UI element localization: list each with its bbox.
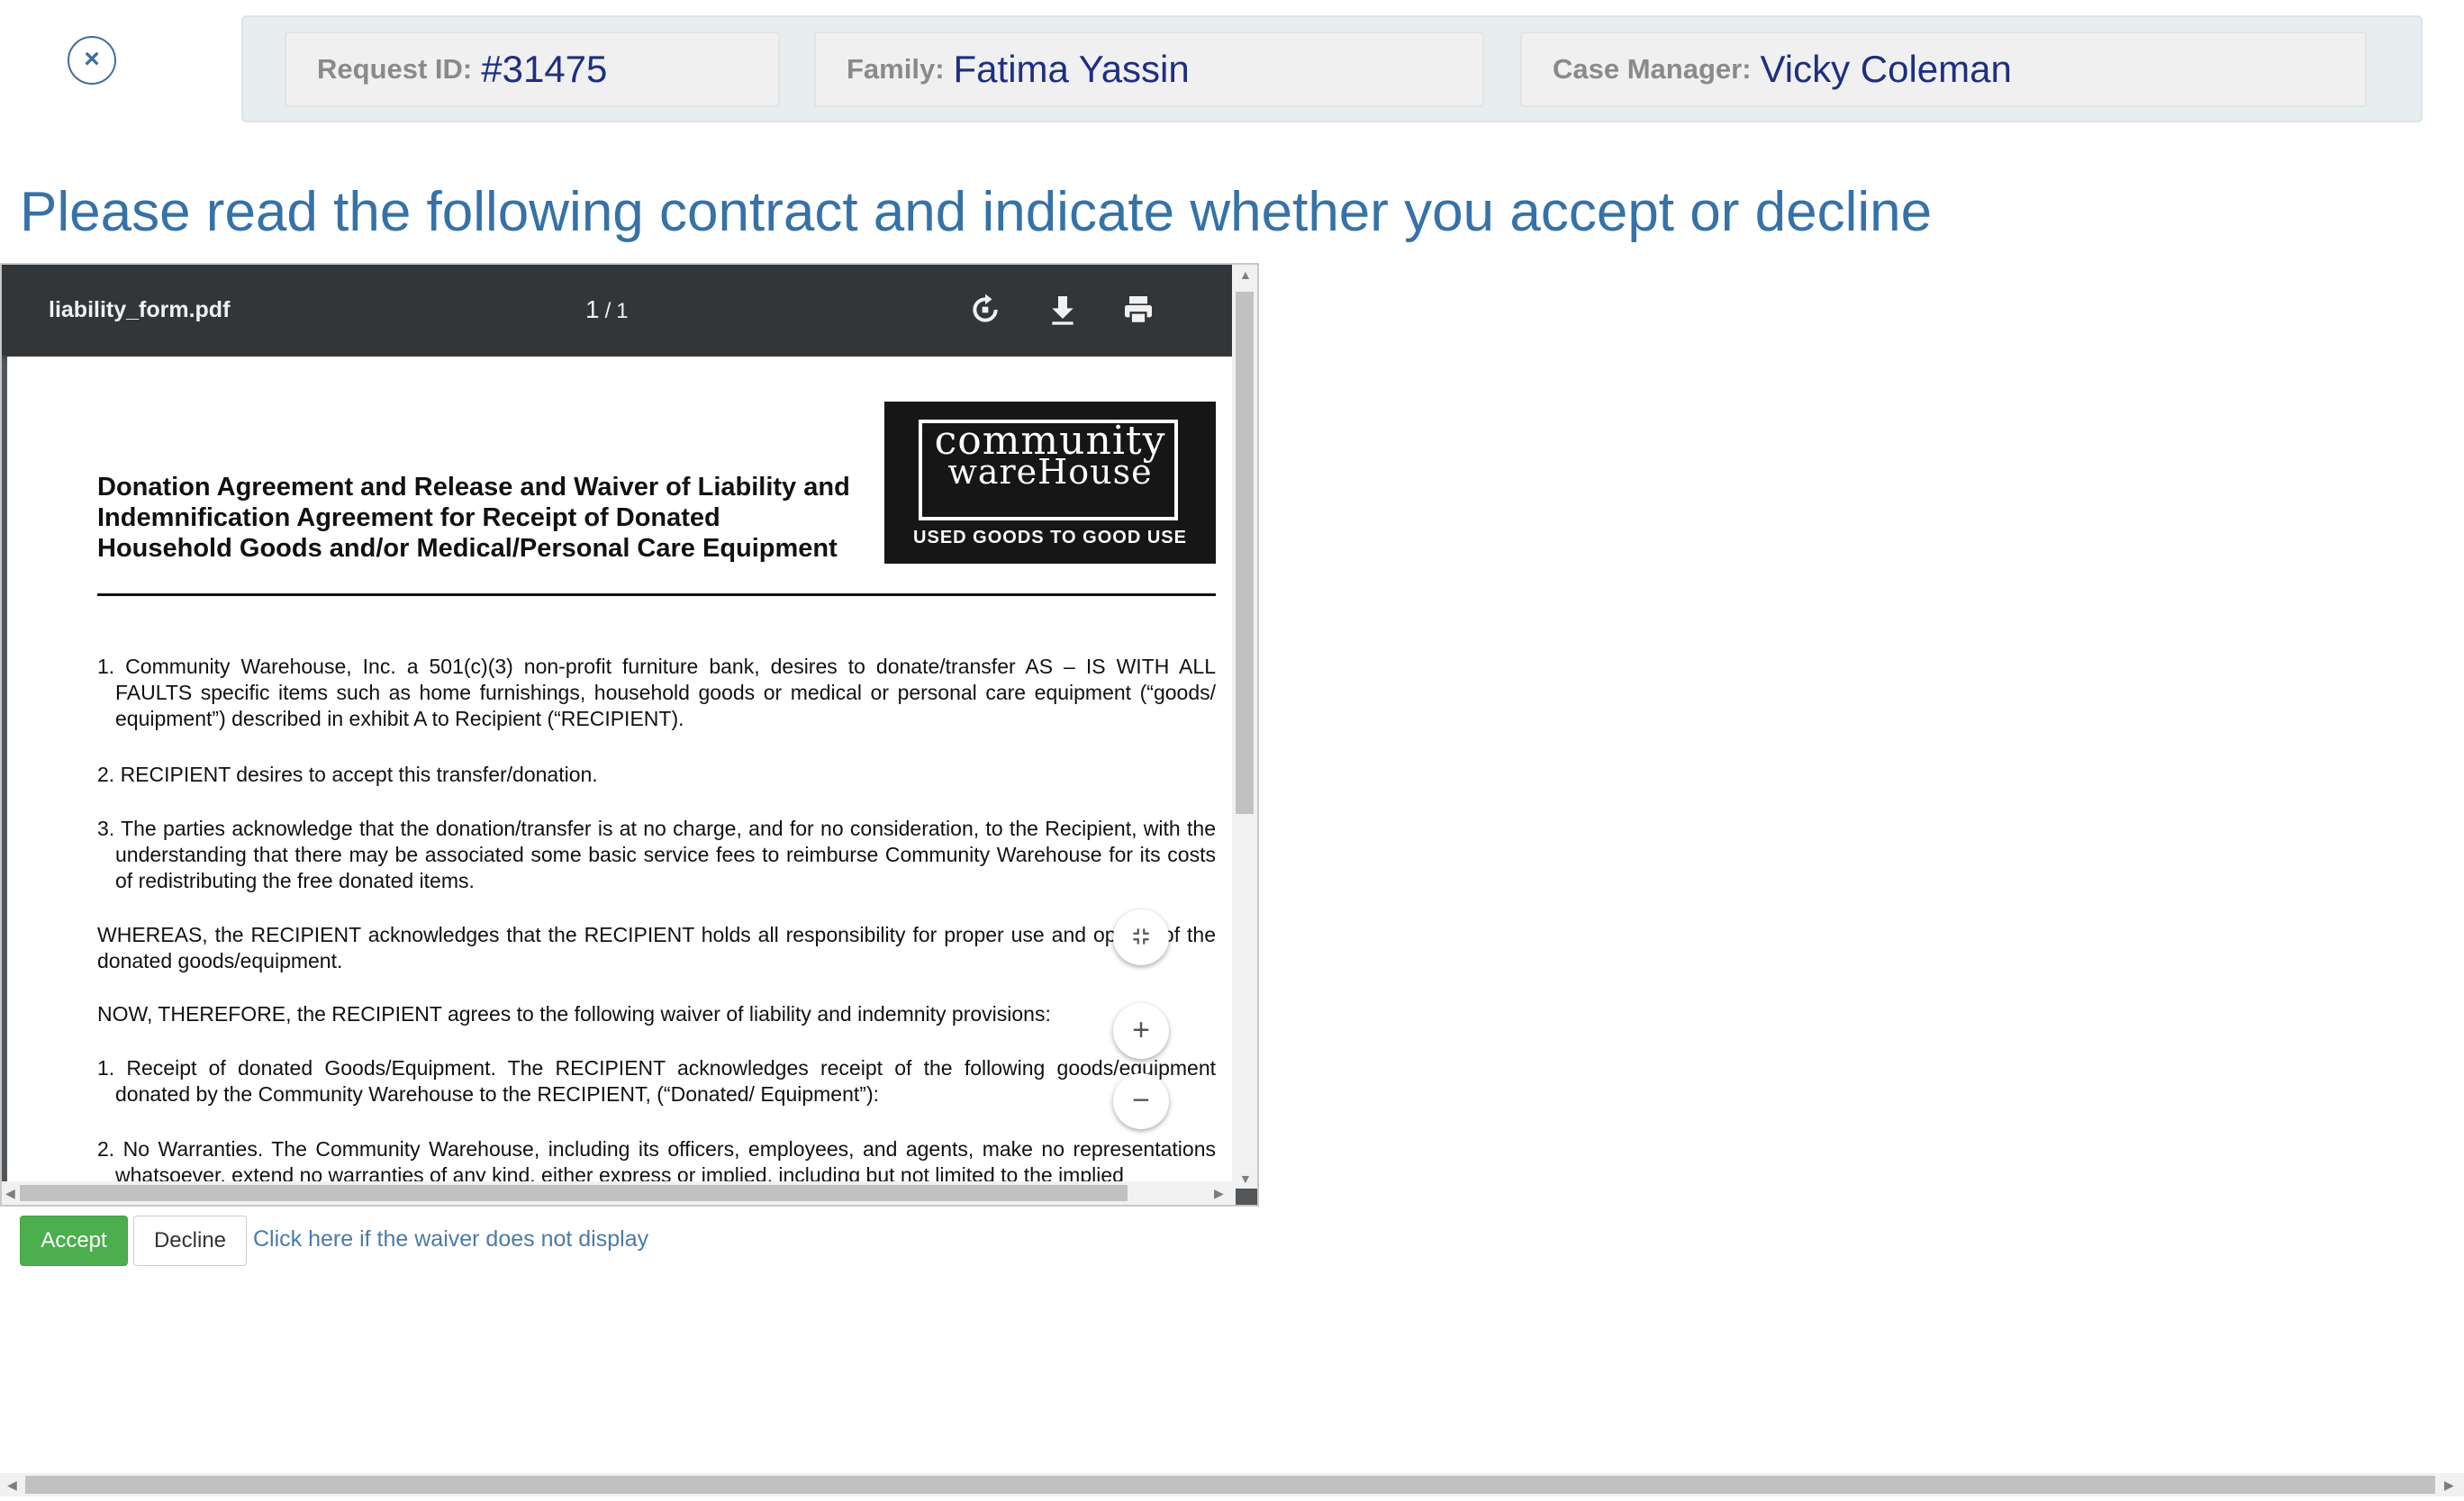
page-scroll-right-arrow-icon[interactable]: ▶ xyxy=(2444,1478,2454,1491)
pdf-vertical-scrollbar[interactable]: ▲ ▼ xyxy=(1232,265,1257,1189)
zoom-out-icon: − xyxy=(1132,1083,1150,1117)
case-manager-value: Vicky Coleman xyxy=(1760,48,2012,90)
request-info-bar: Request ID: #31475 Family: Fatima Yassin… xyxy=(241,15,2423,122)
document-paragraph: 3. The parties acknowledge that the dona… xyxy=(97,817,1216,892)
page-horizontal-scroll-thumb[interactable] xyxy=(25,1476,2435,1494)
zoom-in-icon: + xyxy=(1132,1013,1150,1047)
page-separator: / xyxy=(604,299,611,323)
pdf-horizontal-scroll-thumb[interactable] xyxy=(20,1185,1128,1201)
pdf-toolbar: liability_form.pdf 1/1 xyxy=(2,265,1234,355)
scroll-down-arrow-icon[interactable]: ▼ xyxy=(1239,1172,1252,1185)
rotate-icon[interactable] xyxy=(967,292,1003,328)
scroll-up-arrow-icon[interactable]: ▲ xyxy=(1239,268,1252,281)
document-divider xyxy=(97,593,1216,596)
community-warehouse-logo: community wareHouse USED GOODS TO GOOD U… xyxy=(884,402,1216,564)
family-box: Family: Fatima Yassin xyxy=(814,32,1484,107)
pdf-viewer[interactable]: liability_form.pdf 1/1 Donation Agreemen… xyxy=(0,263,1259,1207)
request-id-value: #31475 xyxy=(481,48,608,90)
close-icon: × xyxy=(84,44,100,74)
close-button[interactable]: × xyxy=(68,36,116,85)
fit-page-icon xyxy=(1133,928,1149,945)
scroll-right-arrow-icon[interactable]: ▶ xyxy=(1214,1187,1224,1199)
document-paragraph: NOW, THEREFORE, the RECIPIENT agrees to … xyxy=(97,1002,1051,1026)
zoom-out-button[interactable]: − xyxy=(1113,1073,1169,1129)
accept-button[interactable]: Accept xyxy=(20,1216,128,1266)
zoom-in-button[interactable]: + xyxy=(1113,1003,1169,1059)
logo-text-warehouse: wareHouse xyxy=(947,452,1153,492)
pdf-filename: liability_form.pdf xyxy=(49,297,231,322)
fit-page-button[interactable] xyxy=(1113,909,1169,965)
download-icon[interactable] xyxy=(1045,292,1081,328)
request-id-box: Request ID: #31475 xyxy=(285,32,780,107)
print-icon[interactable] xyxy=(1120,292,1156,328)
pdf-vertical-scroll-thumb[interactable] xyxy=(1236,292,1254,814)
scroll-left-arrow-icon[interactable]: ◀ xyxy=(5,1187,15,1199)
waiver-help-link[interactable]: Click here if the waiver does not displa… xyxy=(253,1226,648,1252)
page-horizontal-scrollbar[interactable]: ◀ ▶ xyxy=(0,1473,2464,1496)
document-paragraph: WHEREAS, the RECIPIENT acknowledges that… xyxy=(97,923,1216,972)
case-manager-label: Case Manager: xyxy=(1553,53,1752,85)
decline-button[interactable]: Decline xyxy=(133,1216,247,1266)
pdf-page-indicator: 1/1 xyxy=(585,265,629,357)
family-label: Family: xyxy=(847,53,945,85)
document-paragraph: 2. RECIPIENT desires to accept this tran… xyxy=(97,763,598,786)
document-title: Donation Agreement and Release and Waive… xyxy=(97,473,850,563)
pdf-horizontal-scrollbar[interactable]: ◀ ▶ xyxy=(2,1181,1236,1205)
document-paragraph: 1. Receipt of donated Goods/Equipment. T… xyxy=(97,1056,1216,1106)
request-id-label: Request ID: xyxy=(317,53,473,85)
family-value: Fatima Yassin xyxy=(953,48,1190,90)
total-pages: 1 xyxy=(616,299,629,323)
page-scroll-left-arrow-icon[interactable]: ◀ xyxy=(7,1478,17,1491)
document-paragraph: 1. Community Warehouse, Inc. a 501(c)(3)… xyxy=(97,655,1216,730)
current-page-number[interactable]: 1 xyxy=(585,295,600,323)
logo-tagline: USED GOODS TO GOOD USE xyxy=(913,528,1187,547)
pdf-page: Donation Agreement and Release and Waive… xyxy=(7,357,1234,1194)
case-manager-box: Case Manager: Vicky Coleman xyxy=(1520,32,2367,107)
page-heading: Please read the following contract and i… xyxy=(20,181,1933,243)
